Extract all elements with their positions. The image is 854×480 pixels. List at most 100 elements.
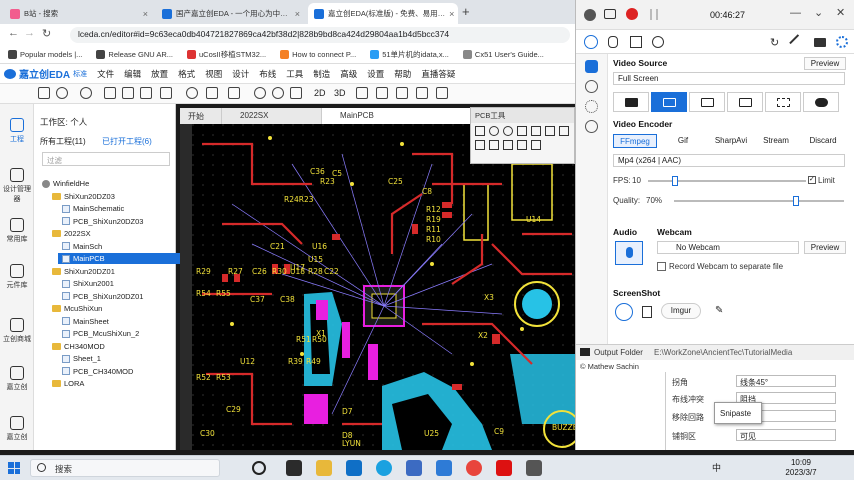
menu-fabrication[interactable]: 制造 — [313, 68, 330, 80]
encoder-stream[interactable]: Stream — [755, 134, 797, 148]
rail-component-library[interactable]: 元件库 — [0, 264, 34, 290]
tree-file-item[interactable]: PCB_McuShiXun_2 — [62, 328, 139, 339]
tree-user-item[interactable]: WinfieldHe — [42, 178, 89, 189]
history-icon[interactable] — [585, 80, 598, 93]
bookmark-item[interactable]: uCosII移植STM32... — [187, 49, 266, 60]
menu-help[interactable]: 帮助 — [394, 68, 411, 80]
source-screen-button[interactable] — [651, 92, 687, 112]
tree-file-item[interactable]: MainSheet — [62, 316, 109, 327]
fps-slider[interactable] — [648, 176, 806, 186]
menu-route[interactable]: 布线 — [259, 68, 276, 80]
tree-project-item[interactable]: LORA — [52, 378, 84, 389]
rail-jlc[interactable]: 嘉立创 — [0, 366, 34, 392]
edge-icon[interactable] — [376, 460, 392, 476]
codec-select[interactable]: Mp4 (x264 | AAC) — [613, 154, 845, 167]
preview-button[interactable]: Preview — [804, 57, 846, 70]
quality-slider[interactable] — [674, 196, 844, 206]
via-tool-icon[interactable] — [503, 126, 513, 136]
view-3d-button[interactable]: 3D — [334, 88, 346, 98]
tree-file-item[interactable]: MainPCB — [58, 253, 196, 264]
ime-indicator[interactable]: 中 — [712, 461, 721, 474]
store-icon[interactable] — [346, 460, 362, 476]
taskbar-search[interactable]: 搜索 — [30, 459, 220, 477]
limit-checkbox[interactable]: ✓ — [808, 176, 816, 184]
source-region-button[interactable] — [765, 92, 801, 112]
tree-file-item[interactable]: MainSchematic — [62, 203, 124, 214]
camera-icon[interactable] — [604, 9, 616, 19]
menu-edit[interactable]: 编辑 — [124, 68, 141, 80]
menu-advanced[interactable]: 高级 — [340, 68, 357, 80]
tree-file-item[interactable]: PCB_ShiXun20DZ03 — [62, 216, 143, 227]
webcam-preview-button[interactable]: Preview — [804, 241, 846, 254]
keystrokes-icon[interactable] — [630, 36, 642, 48]
tree-file-item[interactable]: PCB_CH340MOD — [62, 366, 133, 377]
home-icon[interactable] — [585, 60, 598, 73]
rail-common-library[interactable]: 常用库 — [0, 218, 34, 244]
bookmark-item[interactable]: Cx51 User's Guide... — [462, 50, 544, 59]
close-icon[interactable]: × — [295, 9, 300, 19]
record-webcam-checkbox[interactable] — [657, 262, 666, 271]
export-icon[interactable] — [376, 87, 388, 99]
capture-app-icon[interactable] — [406, 460, 422, 476]
forward-icon[interactable]: → — [24, 27, 35, 39]
terminal-icon[interactable] — [286, 460, 302, 476]
close-icon[interactable]: ✕ — [836, 6, 845, 19]
delete-icon[interactable] — [160, 87, 172, 99]
workspace-label[interactable]: 工作区: 个人 — [40, 116, 87, 128]
track-tool-icon[interactable] — [475, 126, 485, 136]
open-projects-tab[interactable]: 已打开工程(6) — [102, 136, 152, 147]
arc-tool-icon[interactable] — [531, 126, 541, 136]
browser-tab-lceda-editor[interactable]: 嘉立创EDA(标准版) - 免费、易用… × — [308, 3, 458, 24]
photo-view-icon[interactable] — [356, 87, 368, 99]
task-view-icon[interactable] — [252, 461, 266, 475]
pen-icon[interactable] — [789, 34, 805, 50]
tree-project-item[interactable]: 2022SX — [52, 228, 91, 239]
copper-tool-icon[interactable] — [545, 126, 555, 136]
folder-icon[interactable] — [580, 348, 590, 356]
minimize-icon[interactable]: — — [790, 7, 801, 19]
zoom-out-icon[interactable] — [272, 87, 284, 99]
rail-lcsc-mall[interactable]: 立创商城 — [0, 318, 34, 344]
tree-file-item[interactable]: PCB_ShiXun20DZ01 — [62, 291, 143, 302]
menu-settings[interactable]: 设置 — [367, 68, 384, 80]
dimension-tool-icon[interactable] — [475, 140, 485, 150]
pcb-canvas[interactable]: C36 R23 C25 R24R23 C5 C8 R12 R19 R11 R10 U14 C21 U16… — [192, 124, 575, 450]
browser-tab-lceda-home[interactable]: 国产嘉立创EDA - 一个用心为中… × — [156, 3, 306, 24]
bookmark-item[interactable]: Popular models |... — [8, 50, 82, 59]
tree-file-item[interactable]: MainSch — [62, 241, 102, 252]
menu-live-qa[interactable]: 直播答疑 — [421, 68, 455, 80]
pad-tool-icon[interactable] — [489, 126, 499, 136]
menu-file[interactable]: 文件 — [97, 68, 114, 80]
capture-icon[interactable] — [584, 9, 596, 21]
bookmark-item[interactable]: 51单片机的idata,x... — [370, 49, 449, 60]
encoder-gif[interactable]: Gif — [661, 134, 705, 148]
filter-input[interactable]: 过滤 — [42, 152, 170, 166]
source-monitor-button[interactable] — [689, 92, 725, 112]
connect-tool-icon[interactable] — [489, 140, 499, 150]
region-tool-icon[interactable] — [531, 140, 541, 150]
bom-icon[interactable] — [396, 87, 408, 99]
help-icon[interactable] — [585, 120, 598, 133]
app-icon[interactable] — [526, 460, 542, 476]
file-explorer-icon[interactable] — [316, 460, 332, 476]
source-game-button[interactable] — [803, 92, 839, 112]
paste-icon[interactable] — [140, 87, 152, 99]
fit-icon[interactable] — [206, 87, 218, 99]
menu-format[interactable]: 格式 — [178, 68, 195, 80]
microphone-button[interactable] — [615, 241, 643, 265]
tab-start[interactable]: 开始 — [180, 108, 222, 124]
settings-icon[interactable] — [836, 36, 848, 48]
cut-icon[interactable] — [104, 87, 116, 99]
line-tool-icon[interactable] — [559, 126, 569, 136]
tab-2022sx[interactable]: 2022SX — [222, 108, 322, 124]
chrome-icon[interactable] — [466, 460, 482, 476]
zoom-in-icon[interactable] — [254, 87, 266, 99]
quality-slider-thumb[interactable] — [793, 196, 799, 206]
screenshot-save-icon[interactable] — [615, 303, 633, 321]
tree-project-item[interactable]: CH340MOD — [52, 341, 105, 352]
bookmark-item[interactable]: How to connect P... — [280, 50, 356, 59]
bookmark-item[interactable]: Release GNU AR... — [96, 50, 173, 59]
tree-project-item[interactable]: ShiXun20DZ03 — [52, 191, 115, 202]
share-icon[interactable] — [416, 87, 428, 99]
url-input[interactable]: lceda.cn/editor#id=9c63eca0db40472182786… — [70, 27, 570, 43]
